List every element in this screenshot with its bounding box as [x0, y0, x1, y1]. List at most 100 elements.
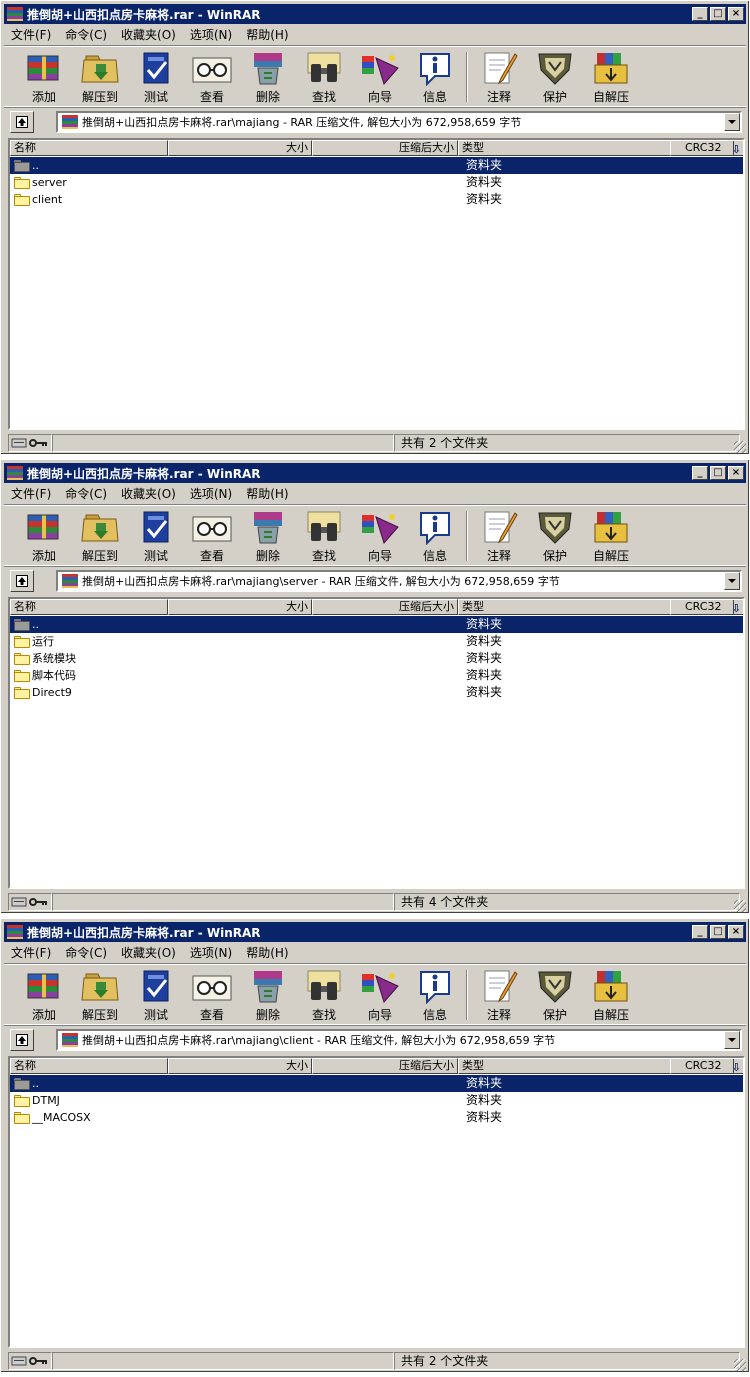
toolbar-button[interactable]: 保护	[529, 509, 581, 565]
menu-item[interactable]: 帮助(H)	[239, 485, 295, 502]
maximize-button[interactable]: □	[710, 7, 726, 21]
resize-grip[interactable]	[734, 1359, 746, 1371]
toolbar-button[interactable]: 向导	[354, 509, 406, 565]
menu-item[interactable]: 收藏夹(O)	[114, 485, 183, 502]
toolbar-button[interactable]: 注释	[473, 50, 525, 106]
maximize-button[interactable]: □	[710, 466, 726, 480]
toolbar-button[interactable]: 测试	[130, 509, 182, 565]
toolbar-button[interactable]: 向导	[354, 968, 406, 1024]
toolbar-button[interactable]: 自解压	[585, 509, 637, 565]
menu-item[interactable]: 选项(N)	[183, 26, 239, 43]
address-dropdown-button[interactable]	[724, 113, 740, 131]
toolbar-button[interactable]: 添加	[18, 50, 70, 106]
up-one-level-button[interactable]	[10, 570, 34, 592]
file-row[interactable]: Direct9 资料夹	[10, 684, 743, 701]
toolbar-button[interactable]: 保护	[529, 968, 581, 1024]
address-dropdown-button[interactable]	[724, 572, 740, 590]
toolbar-button[interactable]: 向导	[354, 50, 406, 106]
file-row[interactable]: .. 资料夹	[10, 1075, 743, 1092]
toolbar-button[interactable]: 注释	[473, 509, 525, 565]
toolbar-button[interactable]: 注释	[473, 968, 525, 1024]
file-row[interactable]: .. 资料夹	[10, 157, 743, 174]
column-header-crc[interactable]: CRC32 ⇩	[670, 140, 743, 156]
column-header-name[interactable]: 名称	[10, 1058, 168, 1074]
close-button[interactable]: ×	[728, 925, 744, 939]
up-one-level-button[interactable]	[10, 111, 34, 133]
address-dropdown-button[interactable]	[724, 1031, 740, 1049]
file-row[interactable]: server 资料夹	[10, 174, 743, 191]
column-header-packed[interactable]: 压缩后大小	[312, 140, 458, 156]
title-bar[interactable]: 推倒胡+山西扣点房卡麻将.rar - WinRAR _ □ ×	[4, 4, 746, 24]
menu-item[interactable]: 命令(C)	[58, 485, 114, 502]
address-path-combobox[interactable]: 推倒胡+山西扣点房卡麻将.rar\majiang\client - RAR 压缩…	[56, 1029, 742, 1051]
column-header-packed[interactable]: 压缩后大小	[312, 1058, 458, 1074]
close-button[interactable]: ×	[728, 7, 744, 21]
toolbar-button[interactable]: 删除	[242, 50, 294, 106]
toolbar-button[interactable]: 自解压	[585, 968, 637, 1024]
menu-item[interactable]: 帮助(H)	[239, 944, 295, 961]
column-header-name[interactable]: 名称	[10, 599, 168, 615]
resize-grip[interactable]	[734, 900, 746, 912]
toolbar-button[interactable]: 解压到	[74, 968, 126, 1024]
menu-item[interactable]: 选项(N)	[183, 485, 239, 502]
column-header-crc[interactable]: CRC32 ⇩	[670, 1058, 743, 1074]
title-bar[interactable]: 推倒胡+山西扣点房卡麻将.rar - WinRAR _ □ ×	[4, 463, 746, 483]
menu-item[interactable]: 文件(F)	[4, 944, 58, 961]
file-row[interactable]: 系统模块 资料夹	[10, 650, 743, 667]
column-header-size[interactable]: 大小	[168, 140, 312, 156]
toolbar-button[interactable]: 删除	[242, 968, 294, 1024]
toolbar-button[interactable]: 查找	[298, 509, 350, 565]
close-button[interactable]: ×	[728, 466, 744, 480]
toolbar-button[interactable]: 解压到	[74, 50, 126, 106]
file-row[interactable]: 脚本代码 资料夹	[10, 667, 743, 684]
toolbar-button[interactable]: 测试	[130, 968, 182, 1024]
winrar-app-icon[interactable]	[7, 925, 23, 939]
toolbar-button[interactable]: 信息	[409, 50, 461, 106]
column-header-crc[interactable]: CRC32 ⇩	[670, 599, 743, 615]
toolbar-button[interactable]: 信息	[409, 968, 461, 1024]
file-list[interactable]: 名称 大小 压缩后大小 类型 CRC32 ⇩.. 资料夹 DTMJ 资料夹 __MACOSX 资料夹	[8, 1056, 745, 1348]
toolbar-button[interactable]: 删除	[242, 509, 294, 565]
column-header-size[interactable]: 大小	[168, 599, 312, 615]
address-path-combobox[interactable]: 推倒胡+山西扣点房卡麻将.rar\majiang - RAR 压缩文件, 解包大…	[56, 111, 742, 133]
toolbar-button[interactable]: 保护	[529, 50, 581, 106]
file-row[interactable]: client 资料夹	[10, 191, 743, 208]
minimize-button[interactable]: _	[692, 7, 708, 21]
menu-item[interactable]: 命令(C)	[58, 26, 114, 43]
toolbar-button[interactable]: 测试	[130, 50, 182, 106]
menu-item[interactable]: 文件(F)	[4, 485, 58, 502]
minimize-button[interactable]: _	[692, 466, 708, 480]
toolbar-button[interactable]: 查看	[186, 50, 238, 106]
file-list[interactable]: 名称 大小 压缩后大小 类型 CRC32 ⇩.. 资料夹 server 资料夹 client 资料夹	[8, 138, 745, 430]
toolbar-button[interactable]: 查看	[186, 968, 238, 1024]
toolbar-button[interactable]: 信息	[409, 509, 461, 565]
file-row[interactable]: DTMJ 资料夹	[10, 1092, 743, 1109]
minimize-button[interactable]: _	[692, 925, 708, 939]
resize-grip[interactable]	[734, 441, 746, 453]
toolbar-button[interactable]: 查找	[298, 50, 350, 106]
file-list[interactable]: 名称 大小 压缩后大小 类型 CRC32 ⇩.. 资料夹 运行 资料夹 系统模块 资料夹 脚本代码 资料…	[8, 597, 745, 889]
menu-item[interactable]: 帮助(H)	[239, 26, 295, 43]
toolbar-button[interactable]: 查找	[298, 968, 350, 1024]
file-row[interactable]: __MACOSX 资料夹	[10, 1109, 743, 1126]
column-header-packed[interactable]: 压缩后大小	[312, 599, 458, 615]
toolbar-button[interactable]: 添加	[18, 509, 70, 565]
toolbar-button[interactable]: 添加	[18, 968, 70, 1024]
toolbar-button[interactable]: 解压到	[74, 509, 126, 565]
menu-item[interactable]: 命令(C)	[58, 944, 114, 961]
toolbar-button[interactable]: 查看	[186, 509, 238, 565]
menu-item[interactable]: 收藏夹(O)	[114, 26, 183, 43]
address-path-combobox[interactable]: 推倒胡+山西扣点房卡麻将.rar\majiang\server - RAR 压缩…	[56, 570, 742, 592]
column-header-name[interactable]: 名称	[10, 140, 168, 156]
toolbar-button[interactable]: 自解压	[585, 50, 637, 106]
maximize-button[interactable]: □	[710, 925, 726, 939]
title-bar[interactable]: 推倒胡+山西扣点房卡麻将.rar - WinRAR _ □ ×	[4, 922, 746, 942]
winrar-app-icon[interactable]	[7, 466, 23, 480]
winrar-app-icon[interactable]	[7, 7, 23, 21]
file-row[interactable]: 运行 资料夹	[10, 633, 743, 650]
menu-item[interactable]: 选项(N)	[183, 944, 239, 961]
file-row[interactable]: .. 资料夹	[10, 616, 743, 633]
up-one-level-button[interactable]	[10, 1029, 34, 1051]
column-header-size[interactable]: 大小	[168, 1058, 312, 1074]
menu-item[interactable]: 文件(F)	[4, 26, 58, 43]
